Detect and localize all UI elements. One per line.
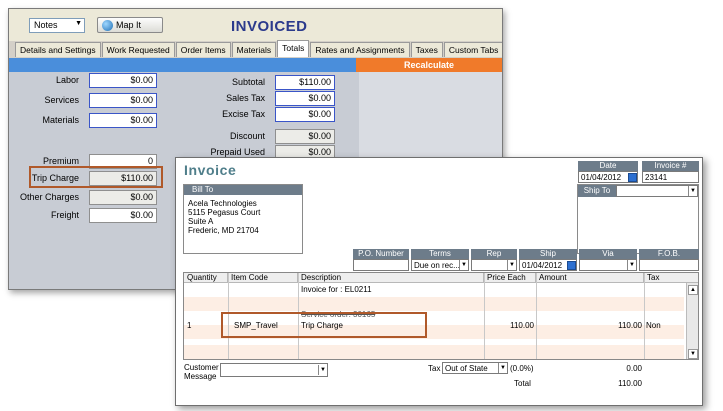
bill-to-box[interactable]: Bill To Acela Technologies 5115 Pegasus …: [183, 184, 303, 254]
discount-field[interactable]: $0.00: [275, 129, 335, 144]
excise-tax-label: Excise Tax: [222, 109, 265, 119]
chevron-down-icon[interactable]: ▼: [459, 260, 468, 270]
row-quantity[interactable]: 1: [187, 321, 191, 330]
trip-charge-row-highlight: [221, 312, 427, 338]
bill-to-line-3: Suite A: [188, 217, 214, 226]
freight-label: Freight: [50, 210, 79, 220]
terms-header: Terms: [411, 249, 469, 259]
ship-to-box[interactable]: Ship To ▼: [577, 184, 699, 254]
sales-tax-label: Sales Tax: [226, 93, 265, 103]
other-charges-label: Other Charges: [19, 192, 79, 202]
tab-details-and-settings[interactable]: Details and Settings: [15, 42, 101, 57]
column-quantity[interactable]: Quantity: [184, 273, 228, 283]
total-value: 110.00: [618, 379, 642, 388]
po-number-header: P.O. Number: [353, 249, 409, 259]
column-price-each[interactable]: Price Each: [484, 273, 536, 283]
tab-taxes[interactable]: Taxes: [410, 42, 443, 57]
status-title: INVOICED: [231, 18, 308, 35]
tax-amount: 0.00: [626, 364, 642, 373]
subtotal-field[interactable]: $110.00: [275, 75, 335, 90]
column-description[interactable]: Description: [298, 273, 484, 283]
fob-field[interactable]: [639, 259, 699, 271]
tab-totals[interactable]: Totals: [277, 40, 310, 57]
tax-rate: (0.0%): [510, 364, 534, 373]
date-header: Date: [578, 161, 638, 171]
chevron-down-icon: ▼: [75, 20, 82, 27]
chevron-down-icon[interactable]: ▼: [627, 260, 636, 270]
chevron-down-icon[interactable]: ▼: [318, 365, 327, 375]
services-label: Services: [44, 95, 79, 105]
tab-custom-tabs[interactable]: Custom Tabs: [443, 42, 502, 57]
table-row: [184, 345, 684, 359]
calendar-icon[interactable]: [628, 173, 637, 182]
table-row: [184, 297, 684, 311]
prepaid-used-label: Prepaid Used: [210, 147, 265, 157]
bill-to-header: Bill To: [184, 185, 302, 195]
tab-bar: Details and Settings Work Requested Orde…: [15, 40, 502, 58]
tab-rates-and-assignments[interactable]: Rates and Assignments: [310, 42, 410, 57]
tab-materials[interactable]: Materials: [231, 42, 277, 57]
scroll-down-icon[interactable]: ▼: [688, 349, 698, 359]
calendar-icon[interactable]: [567, 261, 576, 270]
bill-to-line-2: 5115 Pegasus Court: [188, 208, 261, 217]
chevron-down-icon[interactable]: ▼: [507, 260, 516, 270]
chevron-down-icon[interactable]: ▼: [688, 186, 697, 196]
row-tax[interactable]: Non: [646, 321, 661, 330]
discount-label: Discount: [229, 131, 265, 141]
invoice-title: Invoice: [184, 162, 237, 178]
excise-tax-field[interactable]: $0.00: [275, 107, 335, 122]
tab-order-items[interactable]: Order Items: [175, 42, 231, 57]
column-amount[interactable]: Amount: [536, 273, 644, 283]
ship-header: Ship: [519, 249, 577, 259]
grid-line: [536, 273, 537, 359]
chevron-down-icon[interactable]: ▼: [498, 363, 507, 373]
fob-header: F.O.B.: [639, 249, 699, 259]
customer-message-label-1: Customer: [184, 363, 219, 372]
total-label: Total: [514, 379, 531, 388]
tab-work-requested[interactable]: Work Requested: [101, 42, 175, 57]
invoice-window: Invoice Date 01/04/2012 Invoice # 23141 …: [175, 157, 703, 406]
via-header: Via: [579, 249, 637, 259]
labor-label: Labor: [55, 75, 79, 85]
grid-line: [484, 273, 485, 359]
ship-to-select[interactable]: [616, 185, 698, 197]
freight-field[interactable]: $0.00: [89, 208, 157, 223]
customer-message-select[interactable]: [220, 363, 328, 377]
materials-field[interactable]: $0.00: [89, 113, 157, 128]
invoice-number-header: Invoice #: [642, 161, 699, 171]
po-number-field[interactable]: [353, 259, 409, 271]
subtotal-label: Subtotal: [231, 77, 265, 87]
tax-label: Tax: [428, 364, 441, 373]
premium-label: Premium: [42, 156, 79, 166]
notes-dropdown[interactable]: Notes ▼: [29, 18, 85, 33]
column-item-code[interactable]: Item Code: [228, 273, 298, 283]
map-it-button[interactable]: Map It: [97, 17, 163, 33]
trip-charge-highlight: [29, 166, 163, 188]
row-price-each[interactable]: 110.00: [488, 321, 534, 330]
invoice-number-field[interactable]: 23141: [642, 171, 699, 183]
labor-field[interactable]: $0.00: [89, 73, 157, 88]
notes-dropdown-label: Notes: [34, 20, 58, 30]
bill-to-line-4: Frederic, MD 21704: [188, 226, 259, 235]
materials-label: Materials: [42, 115, 79, 125]
bill-to-line-1: Acela Technologies: [188, 199, 257, 208]
recalculate-button[interactable]: Recalculate: [356, 58, 502, 72]
globe-icon: [102, 19, 113, 31]
services-field[interactable]: $0.00: [89, 93, 157, 108]
map-it-label: Map It: [116, 20, 142, 30]
rep-header: Rep: [471, 249, 517, 259]
grid-line: [644, 273, 645, 359]
column-tax[interactable]: Tax: [644, 273, 698, 283]
scroll-up-icon[interactable]: ▲: [688, 285, 698, 295]
row-amount[interactable]: 110.00: [540, 321, 642, 330]
description-line-1[interactable]: Invoice for : EL0211: [301, 285, 372, 294]
other-charges-field[interactable]: $0.00: [89, 190, 157, 205]
customer-message-label-2: Message: [184, 372, 217, 381]
grid-scrollbar[interactable]: ▲ ▼: [686, 283, 698, 359]
ship-to-label: Ship To: [578, 185, 616, 197]
sales-tax-field[interactable]: $0.00: [275, 91, 335, 106]
